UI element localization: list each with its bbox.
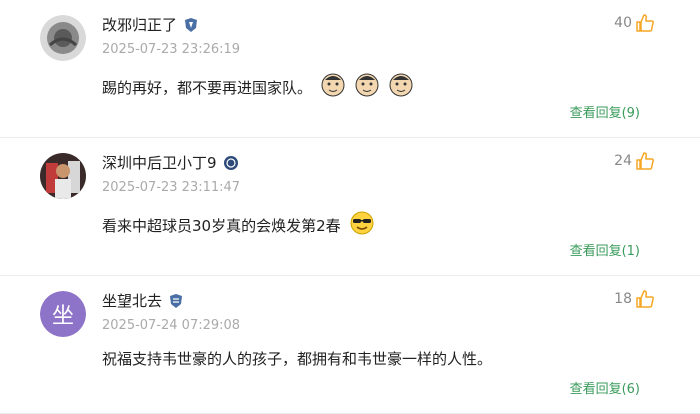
like-count: 18 — [614, 291, 632, 307]
comment-text: 踢的再好，都不要再进国家队。 — [102, 72, 414, 102]
like-count: 24 — [614, 153, 632, 169]
view-replies-link[interactable]: 查看回复(6) — [570, 378, 640, 397]
like-button[interactable]: 18 — [614, 290, 654, 308]
thumbs-up-icon — [636, 290, 654, 308]
comment-body: 踢的再好，都不要再进国家队。 — [102, 78, 313, 97]
comment-item: 深圳中后卫小丁9 2025-07-23 23:11:47 看来中超球员30岁真的… — [0, 138, 700, 276]
face-emoji-icon — [388, 72, 414, 102]
avatar[interactable]: 坐 — [40, 291, 86, 337]
shield-badge-icon — [170, 293, 183, 308]
username[interactable]: 深圳中后卫小丁9 — [102, 152, 217, 173]
sunglasses-emoji-icon — [349, 210, 375, 240]
timestamp: 2025-07-23 23:26:19 — [102, 42, 241, 57]
timestamp: 2025-07-23 23:11:47 — [102, 180, 241, 195]
comment-text: 祝福支持韦世豪的人的孩子，都拥有和韦世豪一样的人性。 — [102, 348, 492, 369]
timestamp: 2025-07-24 07:29:08 — [102, 318, 241, 333]
avatar[interactable] — [40, 15, 86, 61]
face-emoji-icon — [354, 72, 380, 102]
avatar[interactable] — [40, 153, 86, 199]
view-replies-link[interactable]: 查看回复(1) — [570, 240, 640, 259]
comment-text: 看来中超球员30岁真的会焕发第2春 — [102, 210, 375, 240]
like-count: 40 — [614, 15, 632, 31]
circle-badge-icon — [223, 155, 238, 170]
like-button[interactable]: 24 — [614, 152, 654, 170]
thumbs-up-icon — [636, 152, 654, 170]
username[interactable]: 坐望北去 — [102, 290, 162, 311]
thumbs-up-icon — [636, 14, 654, 32]
comment-item: 坐 坐望北去 2025-07-24 07:29:08 祝福支持韦世豪的人的孩子，… — [0, 276, 700, 414]
comment-body: 看来中超球员30岁真的会焕发第2春 — [102, 216, 341, 235]
like-button[interactable]: 40 — [614, 14, 654, 32]
comment-body: 祝福支持韦世豪的人的孩子，都拥有和韦世豪一样的人性。 — [102, 350, 493, 368]
avatar-initial: 坐 — [40, 291, 86, 337]
comment-item: 改邪归正了 2025-07-23 23:26:19 踢的再好，都不要再进国家队。… — [0, 0, 700, 138]
face-emoji-icon — [320, 72, 346, 102]
username[interactable]: 改邪归正了 — [102, 14, 177, 35]
shield-badge-icon — [185, 17, 198, 32]
view-replies-link[interactable]: 查看回复(9) — [570, 102, 640, 121]
